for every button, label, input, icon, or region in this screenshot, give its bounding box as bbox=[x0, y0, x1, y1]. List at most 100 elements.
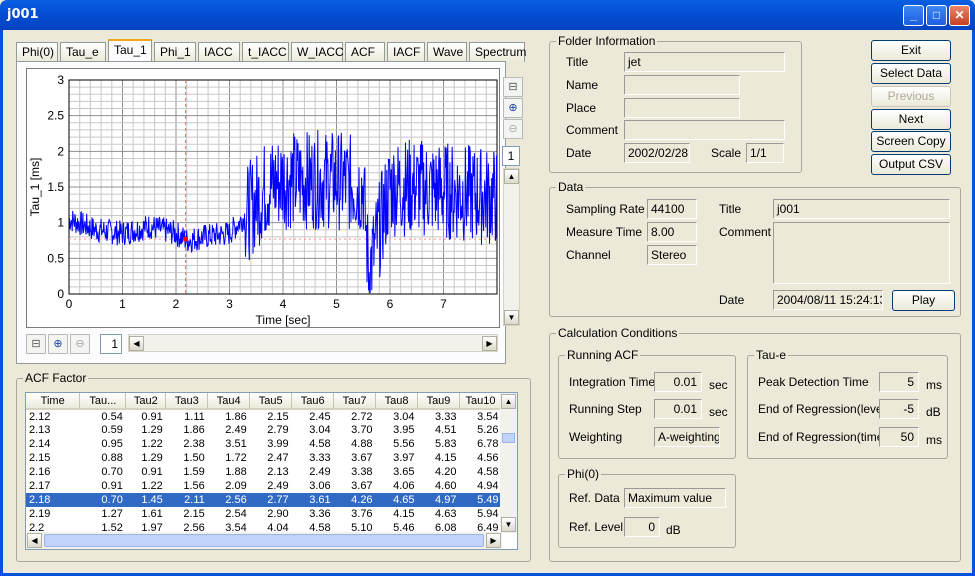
previous-button[interactable]: Previous bbox=[871, 86, 951, 107]
scroll-right-icon[interactable]: ▶ bbox=[482, 336, 497, 351]
table-cell: 2.49 bbox=[309, 466, 331, 478]
table-cell: 5.83 bbox=[435, 438, 457, 450]
table-row[interactable]: 2.17 0.91 1.22 1.56 2.09 2.49 3.06 3.67 4.06 4.60… bbox=[26, 479, 502, 493]
column-header[interactable]: Tau7 bbox=[333, 393, 377, 410]
table-row[interactable]: 2.16 0.70 0.91 1.59 1.88 2.13 2.49 3.38 3.65 4.20… bbox=[26, 465, 502, 479]
table-cell: 1.27 bbox=[101, 508, 123, 520]
zoom-out-icon[interactable]: ⊖ bbox=[503, 119, 523, 139]
tab-iacf[interactable]: IACF bbox=[387, 42, 425, 62]
tab-acf[interactable]: ACF bbox=[345, 42, 385, 62]
tab-w-iacc[interactable]: W_IACC bbox=[291, 42, 344, 62]
table-cell: 2.15 bbox=[267, 410, 289, 423]
data-title-label: Title bbox=[719, 202, 742, 216]
peak-detection-unit: ms bbox=[926, 378, 942, 392]
column-header[interactable]: Tau6 bbox=[291, 393, 335, 410]
tab-tau-1[interactable]: Tau_1 bbox=[108, 39, 152, 63]
x-tick-label: 3 bbox=[226, 297, 233, 311]
tab-iacc[interactable]: IACC bbox=[198, 42, 240, 62]
plot-horizontal-scrollbar[interactable]: ◀ ▶ bbox=[128, 334, 498, 352]
column-header[interactable]: Time bbox=[26, 393, 81, 410]
tab-phi-1[interactable]: Phi_1 bbox=[154, 42, 196, 62]
table-vertical-scrollbar[interactable]: ▲ ▼ bbox=[500, 393, 517, 533]
table-row[interactable]: 2.13 0.59 1.29 1.86 2.49 2.79 3.04 3.70 3.95 4.51… bbox=[26, 423, 502, 437]
table-cell: 5.26 bbox=[477, 424, 499, 436]
scroll-up-icon[interactable]: ▲ bbox=[504, 169, 519, 184]
table-cell: 2.45 bbox=[309, 410, 331, 423]
table-cell: 3.97 bbox=[393, 452, 415, 464]
eor-level-field: -5 bbox=[879, 399, 919, 419]
column-header[interactable]: Tau8 bbox=[375, 393, 419, 410]
table-row[interactable]: 2.18 0.70 1.45 2.11 2.56 2.77 3.61 4.26 4.65 4.97… bbox=[26, 493, 502, 507]
table-row[interactable]: 2.19 1.27 1.61 2.15 2.54 2.90 3.36 3.76 4.15 4.63… bbox=[26, 507, 502, 521]
table-cell: 2.11 bbox=[165, 493, 208, 507]
plot-vertical-scrollbar[interactable]: ▲ ▼ bbox=[503, 168, 520, 326]
output-csv-button[interactable]: Output CSV bbox=[871, 154, 951, 175]
h-zoom-out-icon[interactable]: ⊖ bbox=[70, 334, 90, 354]
running-acf-label: Running ACF bbox=[565, 348, 641, 362]
data-date-field: 2004/08/11 15:24:13 bbox=[773, 290, 883, 310]
table-cell: 2.15 bbox=[29, 452, 51, 464]
table-cell: 0.70 bbox=[101, 466, 123, 478]
next-button[interactable]: Next bbox=[871, 109, 951, 130]
h-counter[interactable]: 1 bbox=[100, 334, 122, 354]
table-cell: 2.47 bbox=[267, 452, 289, 464]
table-cell: 2.14 bbox=[29, 438, 51, 450]
table-scroll-up-icon[interactable]: ▲ bbox=[501, 394, 516, 409]
table-scroll-right-icon[interactable]: ▶ bbox=[486, 533, 501, 548]
table-cell: 2.90 bbox=[267, 508, 289, 520]
table-scroll-left-icon[interactable]: ◀ bbox=[27, 533, 42, 548]
fit-icon[interactable]: ⊟ bbox=[503, 77, 523, 97]
exit-button[interactable]: Exit bbox=[871, 40, 951, 61]
screen-copy-button[interactable]: Screen Copy bbox=[871, 131, 951, 152]
table-scroll-down-icon[interactable]: ▼ bbox=[501, 517, 516, 532]
weighting-label: Weighting bbox=[569, 430, 623, 444]
table-cell: 0.91 bbox=[101, 480, 123, 492]
zoom-in-icon[interactable]: ⊕ bbox=[503, 98, 523, 118]
scroll-down-icon[interactable]: ▼ bbox=[504, 310, 519, 325]
table-cell: 3.70 bbox=[351, 424, 373, 436]
close-icon[interactable]: ✕ bbox=[949, 5, 970, 26]
table-cell: 3.51 bbox=[225, 438, 247, 450]
tab-spectrum[interactable]: Spectrum bbox=[469, 42, 526, 62]
table-cell: 0.91 bbox=[141, 410, 163, 423]
column-header[interactable]: Tau9 bbox=[417, 393, 460, 410]
table-scroll-thumb[interactable] bbox=[502, 433, 515, 443]
tab-wave[interactable]: Wave bbox=[427, 42, 467, 62]
table-row[interactable]: 2.14 0.95 1.22 2.38 3.51 3.99 4.58 4.88 5.56 5.83… bbox=[26, 437, 502, 451]
fit-horizontal-icon[interactable]: ⊟ bbox=[26, 334, 46, 354]
minimize-icon[interactable]: _ bbox=[903, 5, 924, 26]
tab-phi-0-[interactable]: Phi(0) bbox=[16, 42, 58, 62]
page-counter[interactable]: 1 bbox=[502, 146, 520, 166]
table-h-thumb[interactable] bbox=[44, 534, 484, 547]
acf-table-container: Time Tau... Tau2 Tau3 Tau4 Tau5 Tau6 Tau7 Tau8 Ta… bbox=[25, 392, 518, 550]
cursor-marker bbox=[183, 236, 189, 242]
eor-time-unit: ms bbox=[926, 433, 942, 447]
column-header[interactable]: Tau... bbox=[79, 393, 127, 410]
maximize-icon[interactable]: □ bbox=[926, 5, 947, 26]
sampling-rate-label: Sampling Rate bbox=[566, 202, 645, 216]
column-header[interactable]: Tau2 bbox=[125, 393, 167, 410]
scroll-left-icon[interactable]: ◀ bbox=[129, 336, 144, 351]
table-row[interactable]: 2.15 0.88 1.29 1.50 1.72 2.47 3.33 3.67 3.97 4.15… bbox=[26, 451, 502, 465]
y-tick-label: 2.5 bbox=[47, 109, 64, 123]
column-header[interactable]: Tau10 bbox=[459, 393, 503, 410]
table-cell: 2.13 bbox=[29, 424, 51, 436]
peak-detection-label: Peak Detection Time bbox=[758, 375, 869, 389]
h-zoom-in-icon[interactable]: ⊕ bbox=[48, 334, 68, 354]
tab-t-iacc[interactable]: t_IACC bbox=[242, 42, 289, 62]
select-data-button[interactable]: Select Data bbox=[871, 63, 951, 84]
column-header[interactable]: Tau3 bbox=[165, 393, 209, 410]
folder-name-field bbox=[624, 75, 740, 95]
table-cell: 3.04 bbox=[309, 424, 331, 436]
table-cell: 3.76 bbox=[351, 508, 373, 520]
play-button[interactable]: Play bbox=[892, 290, 955, 311]
column-header[interactable]: Tau5 bbox=[249, 393, 293, 410]
tab-tau-e[interactable]: Tau_e bbox=[60, 42, 106, 62]
table-horizontal-scrollbar[interactable]: ◀ ▶ bbox=[26, 532, 502, 549]
table-cell: 6.78 bbox=[477, 438, 499, 450]
column-header[interactable]: Tau4 bbox=[207, 393, 251, 410]
table-cell: 3.38 bbox=[351, 466, 373, 478]
table-row[interactable]: 2.12 0.54 0.91 1.11 1.86 2.15 2.45 2.72 3.04 3.33… bbox=[26, 409, 502, 423]
table-cell: 2.49 bbox=[225, 424, 247, 436]
x-tick-label: 2 bbox=[173, 297, 180, 311]
